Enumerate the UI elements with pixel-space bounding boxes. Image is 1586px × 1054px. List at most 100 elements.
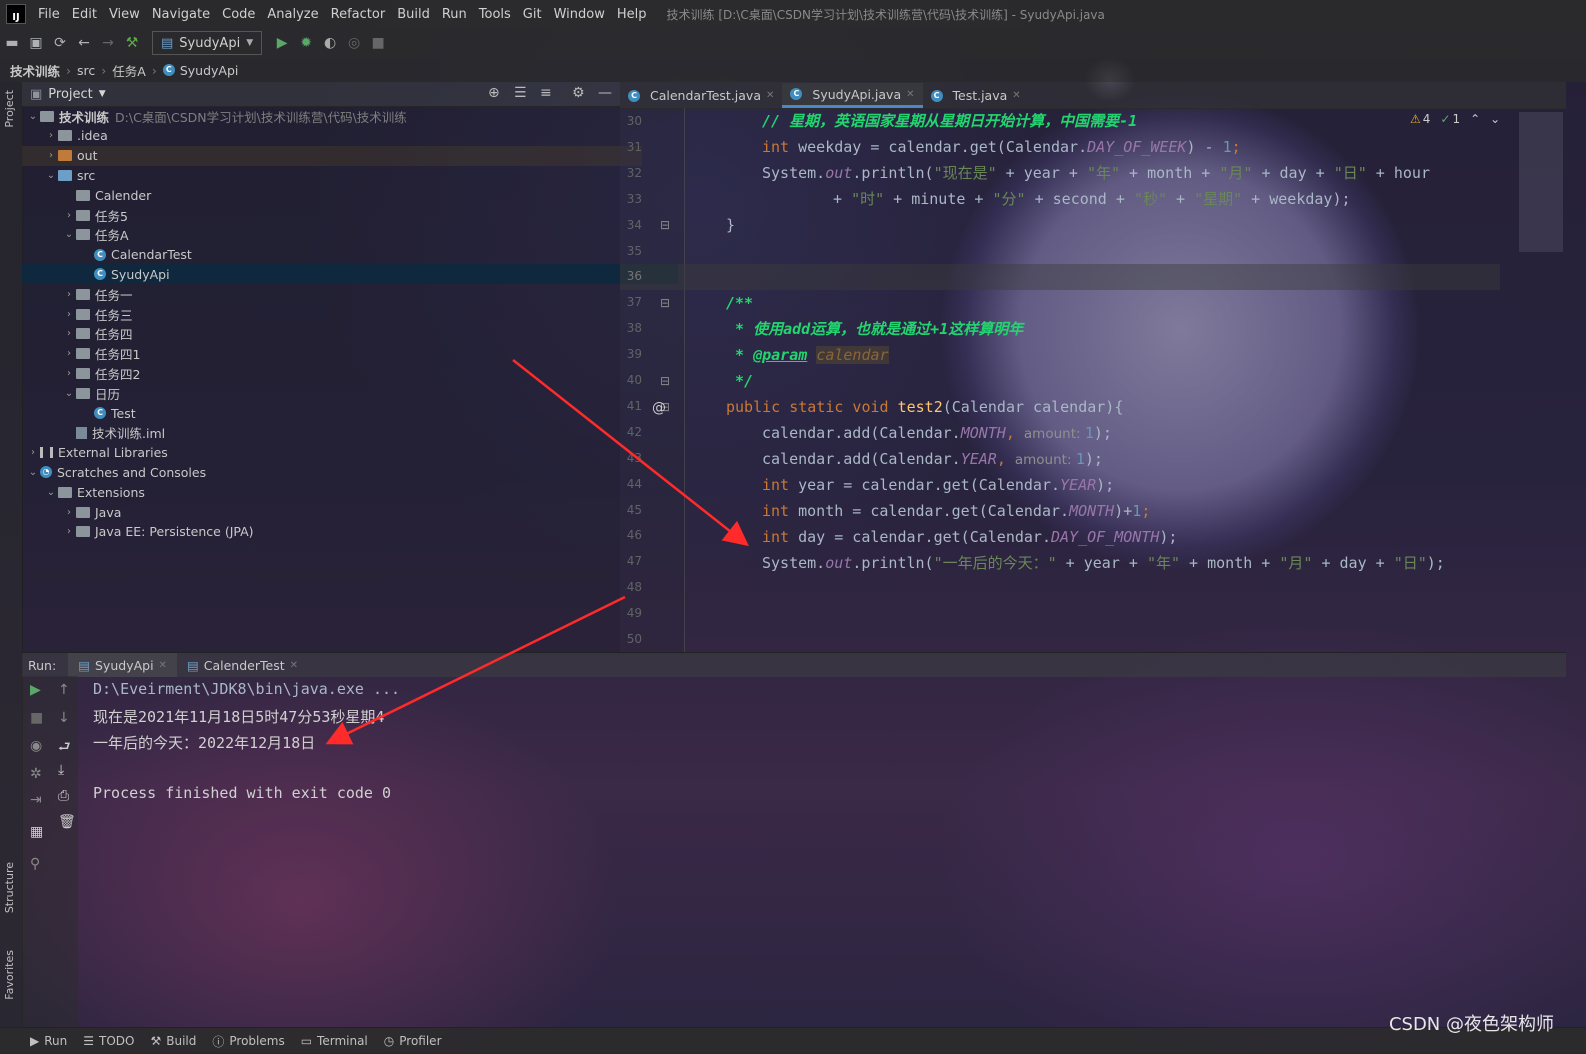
tree-item[interactable]: Calender (22, 185, 660, 205)
chevron-right-icon[interactable]: › (62, 348, 76, 359)
favorites-tool-tab[interactable]: Favorites (3, 950, 16, 1000)
debug-icon[interactable]: ✹ (294, 32, 318, 54)
chevron-down-icon[interactable]: ⌄ (44, 170, 58, 181)
breadcrumb-package[interactable]: 任务A (112, 61, 146, 80)
breadcrumb-class[interactable]: SyudyApi (180, 63, 239, 78)
chevron-down-icon[interactable]: ⌄ (44, 487, 58, 498)
project-tool-tab[interactable]: Project (3, 90, 16, 128)
tree-item[interactable]: ⌄ ◔ Scratches and Consoles (22, 462, 624, 482)
scroll-up-icon[interactable]: ↑ (58, 682, 70, 698)
menu-code[interactable]: Code (216, 7, 261, 22)
bottom-tab-problems[interactable]: ⓘ Problems (212, 1033, 284, 1050)
run-tab-calendertest[interactable]: ▤ CalenderTest ✕ (177, 653, 308, 677)
project-view-selector[interactable]: ▣ Project ▼ (30, 87, 106, 102)
tree-item[interactable]: ⌄ 日历 (22, 383, 660, 403)
menu-tools[interactable]: Tools (473, 7, 517, 22)
tree-item[interactable]: › 任务四1 (22, 344, 660, 364)
tree-item[interactable]: › External Libraries (22, 443, 624, 463)
menu-run[interactable]: Run (436, 7, 473, 22)
menu-edit[interactable]: Edit (66, 7, 103, 22)
exit-icon[interactable]: ⇥ (30, 792, 42, 808)
scroll-down-icon[interactable]: ↓ (58, 710, 70, 726)
menu-view[interactable]: View (103, 7, 146, 22)
breadcrumb-src[interactable]: src (77, 63, 95, 78)
fold-marker-icon[interactable]: ⊟ (660, 296, 670, 310)
tree-item[interactable]: › out (22, 145, 642, 166)
menu-analyze[interactable]: Analyze (261, 7, 324, 22)
print-icon[interactable]: ⎙ (58, 788, 69, 804)
chevron-right-icon[interactable]: › (62, 526, 76, 537)
tree-item[interactable]: › .idea (22, 126, 642, 146)
bottom-tab-todo[interactable]: ☰ TODO (83, 1034, 134, 1048)
chevron-right-icon[interactable]: › (26, 447, 40, 458)
open-folder-icon[interactable]: ▬ (0, 32, 24, 54)
soft-wrap-icon[interactable]: ⮐ (58, 736, 71, 760)
hide-panel-icon[interactable]: — (598, 85, 612, 101)
close-icon[interactable]: ✕ (290, 660, 298, 671)
code-editor[interactable]: // 星期，英语国家星期从星期日开始计算，中国需要-1 int weekday … (620, 108, 1505, 652)
stop-icon[interactable]: ■ (366, 32, 390, 54)
tree-item[interactable]: C SyudyApi (22, 264, 678, 285)
scroll-to-end-icon[interactable]: ⤓ (58, 762, 64, 778)
breadcrumb-project[interactable]: 技术训练 (10, 61, 60, 80)
tree-item[interactable]: ⌄ Extensions (22, 482, 642, 502)
tab-syudyapi[interactable]: C SyudyApi.java ✕ (782, 83, 923, 108)
tree-item[interactable]: › 任务5 (22, 205, 660, 225)
tree-item[interactable]: › 任务四2 (22, 363, 660, 383)
tree-root[interactable]: ⌄ 技术训练 D:\C桌面\CSDN学习计划\技术训练营\代码\技术训练 (22, 106, 624, 126)
tree-item[interactable]: C CalendarTest (22, 245, 678, 265)
layout-icon[interactable]: ▦ (30, 824, 43, 840)
structure-tool-tab[interactable]: Structure (3, 862, 16, 913)
bottom-tab-terminal[interactable]: ▭ Terminal (301, 1034, 368, 1048)
bottom-tab-run[interactable]: ▶ Run (30, 1034, 67, 1048)
tree-item[interactable]: C Test (22, 403, 678, 423)
stop-icon[interactable]: ■ (30, 710, 43, 726)
chevron-right-icon[interactable]: › (62, 289, 76, 300)
error-stripe[interactable] (1501, 108, 1566, 652)
override-marker-icon[interactable]: @ (652, 400, 666, 416)
chevron-right-icon[interactable]: › (44, 130, 58, 141)
tree-item[interactable]: ⌄ src (22, 165, 642, 185)
tree-item[interactable]: › 任务四 (22, 324, 660, 344)
profile-icon[interactable]: ◎ (342, 32, 366, 54)
expand-all-icon[interactable]: ☰ (514, 85, 527, 101)
save-all-icon[interactable]: ▣ (24, 32, 48, 54)
chevron-down-icon[interactable]: ⌄ (62, 388, 76, 399)
menu-build[interactable]: Build (391, 7, 436, 22)
chevron-right-icon[interactable]: › (62, 309, 76, 320)
trash-icon[interactable]: 🗑 (58, 814, 76, 830)
menu-navigate[interactable]: Navigate (146, 7, 216, 22)
chevron-right-icon[interactable]: › (62, 328, 76, 339)
bottom-tab-profiler[interactable]: ◷ Profiler (384, 1034, 442, 1048)
menu-file[interactable]: File (32, 7, 66, 22)
run-tab-syudyapi[interactable]: ▤ SyudyApi ✕ (68, 653, 177, 677)
chevron-right-icon[interactable]: › (44, 150, 58, 161)
tree-item[interactable]: › Java (22, 502, 660, 522)
chevron-down-icon[interactable]: ⌄ (26, 467, 40, 478)
rerun-icon[interactable]: ▶ (30, 682, 41, 698)
menu-git[interactable]: Git (517, 7, 548, 22)
forward-arrow-icon[interactable]: → (96, 32, 120, 54)
close-icon[interactable]: ✕ (1012, 90, 1020, 101)
pin-icon[interactable]: ⚲ (30, 856, 40, 872)
chevron-right-icon[interactable]: › (62, 368, 76, 379)
tree-item[interactable]: ⌄ 任务A (22, 225, 660, 245)
tree-item[interactable]: › 任务三 (22, 304, 660, 324)
run-configuration-select[interactable]: ▤ SyudyApi ▼ (152, 31, 263, 55)
settings-icon[interactable]: ✲ (30, 766, 42, 782)
chevron-right-icon[interactable]: › (62, 210, 76, 221)
build-hammer-icon[interactable]: ⚒ (120, 32, 144, 54)
locate-icon[interactable]: ⊕ (488, 85, 500, 101)
coverage-icon[interactable]: ◐ (318, 32, 342, 54)
tab-calendartest[interactable]: C CalendarTest.java ✕ (620, 83, 782, 108)
chevron-down-icon[interactable]: ⌄ (62, 229, 76, 240)
menu-window[interactable]: Window (548, 7, 611, 22)
tree-item[interactable]: › Java EE: Persistence (JPA) (22, 522, 660, 542)
camera-icon[interactable]: ◉ (30, 738, 42, 754)
collapse-all-icon[interactable]: ≡ (540, 85, 552, 101)
console-output[interactable]: D:\Eveirment\JDK8\bin\java.exe ... 现在是20… (79, 676, 1566, 1027)
fold-marker-icon[interactable]: ⊟ (660, 218, 670, 232)
chevron-right-icon[interactable]: › (62, 507, 76, 518)
tab-test[interactable]: C Test.java ✕ (923, 83, 1029, 108)
tree-item[interactable]: › 任务一 (22, 284, 660, 304)
